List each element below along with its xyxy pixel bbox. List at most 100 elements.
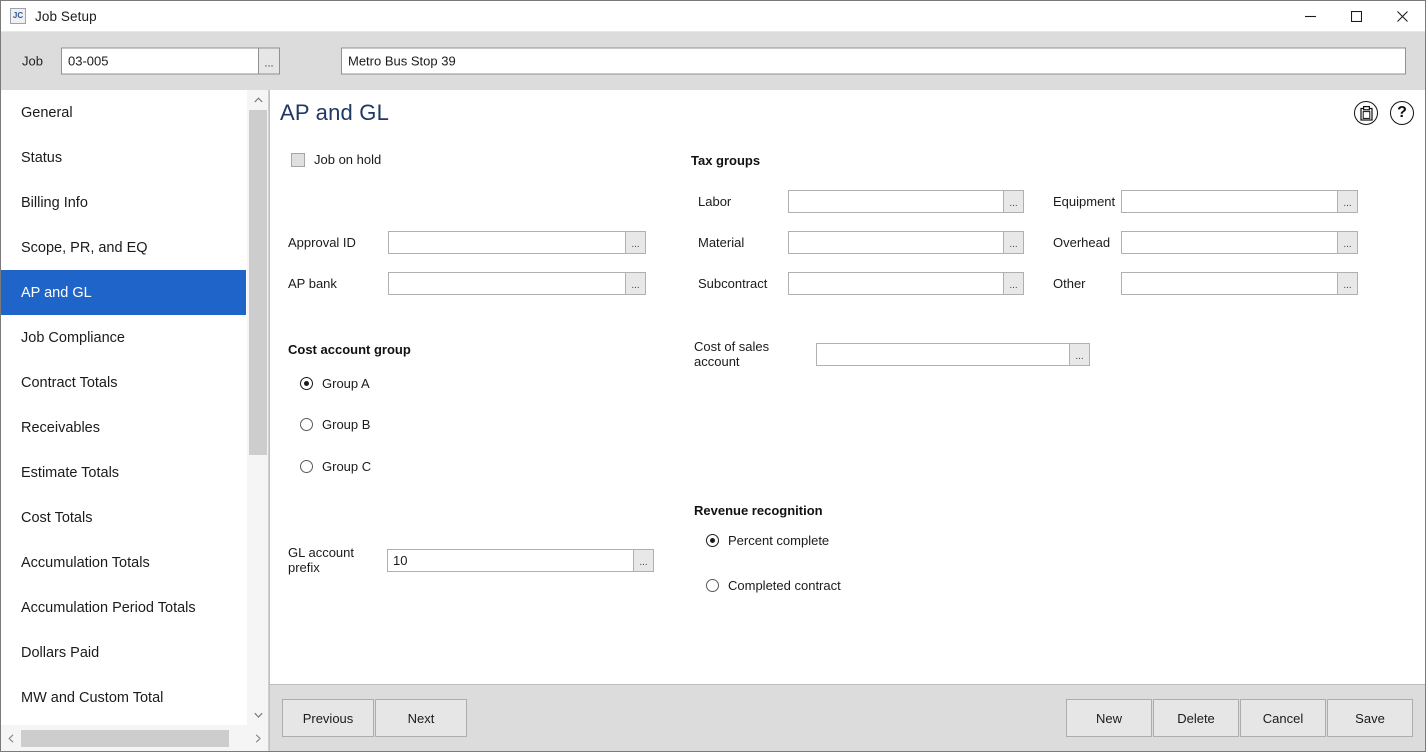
sidebar-vertical-scrollbar[interactable] — [246, 90, 268, 725]
radio-label: Group B — [322, 417, 371, 432]
tax-group-other-input[interactable] — [1121, 272, 1337, 295]
tax-group-overhead-label: Overhead — [1053, 235, 1111, 250]
new-button[interactable]: New — [1066, 699, 1152, 737]
tax-group-subcontract-label: Subcontract — [698, 276, 768, 291]
cost-of-sales-account-input[interactable] — [816, 342, 1069, 366]
job-on-hold-row[interactable]: Job on hold — [291, 152, 381, 167]
chevron-left-icon[interactable] — [1, 725, 21, 751]
tax-group-equipment-browse-button[interactable]: ... — [1337, 190, 1358, 213]
sidebar-item-contract-totals[interactable]: Contract Totals — [1, 360, 246, 405]
sidebar-hscroll-thumb[interactable] — [21, 729, 229, 747]
revenue-recognition-option-percent-complete[interactable]: Percent complete — [706, 533, 829, 548]
sidebar: General Status Billing Info Scope, PR, a… — [1, 90, 269, 751]
tax-group-equipment-row: Equipment ... — [1053, 190, 1358, 213]
cost-of-sales-account-field-group: ... — [816, 342, 1090, 366]
sidebar-item-general[interactable]: General — [1, 90, 246, 135]
chevron-right-icon[interactable] — [248, 725, 268, 751]
sidebar-item-label: Accumulation Totals — [21, 554, 150, 571]
cost-account-group-option-c[interactable]: Group C — [300, 459, 371, 474]
tax-group-labor-input[interactable] — [788, 190, 1003, 213]
job-number-browse-button[interactable]: ... — [258, 47, 280, 75]
gl-account-prefix-row: GL account prefix ... — [288, 545, 654, 575]
tax-group-subcontract-browse-button[interactable]: ... — [1003, 272, 1024, 295]
tax-group-overhead-field-group: ... — [1121, 231, 1358, 254]
sidebar-item-estimate-totals[interactable]: Estimate Totals — [1, 450, 246, 495]
job-setup-window: JC Job Setup Job ... General Status — [0, 0, 1426, 752]
tax-group-other-browse-button[interactable]: ... — [1337, 272, 1358, 295]
tax-group-material-row: Material ... — [698, 231, 1024, 254]
footer-right-buttons: New Delete Cancel Save — [1066, 699, 1413, 737]
tax-group-labor-browse-button[interactable]: ... — [1003, 190, 1024, 213]
tax-group-material-browse-button[interactable]: ... — [1003, 231, 1024, 254]
tax-group-subcontract-field-group: ... — [788, 272, 1024, 295]
chevron-down-icon[interactable] — [247, 705, 269, 725]
sidebar-item-job-compliance[interactable]: Job Compliance — [1, 315, 246, 360]
sidebar-horizontal-scrollbar[interactable] — [1, 725, 268, 751]
sidebar-scroll-thumb[interactable] — [249, 110, 267, 455]
sidebar-item-receivables[interactable]: Receivables — [1, 405, 246, 450]
tax-group-material-field-group: ... — [788, 231, 1024, 254]
sidebar-item-status[interactable]: Status — [1, 135, 246, 180]
cost-of-sales-account-browse-button[interactable]: ... — [1069, 342, 1090, 366]
radio-icon[interactable] — [706, 579, 719, 592]
ap-bank-input[interactable] — [388, 272, 625, 295]
radio-icon[interactable] — [300, 460, 313, 473]
radio-icon[interactable] — [300, 377, 313, 390]
job-number-input[interactable] — [61, 47, 258, 75]
job-on-hold-checkbox[interactable] — [291, 152, 305, 167]
ap-bank-row: AP bank ... — [288, 272, 646, 295]
radio-icon[interactable] — [706, 534, 719, 547]
cost-of-sales-account-label: Cost of sales account — [694, 339, 770, 369]
cost-account-group-option-a[interactable]: Group A — [300, 376, 370, 391]
sidebar-item-label: Dollars Paid — [21, 644, 100, 661]
tax-group-subcontract-input[interactable] — [788, 272, 1003, 295]
approval-id-browse-button[interactable]: ... — [625, 231, 646, 254]
next-button[interactable]: Next — [375, 699, 467, 737]
previous-button[interactable]: Previous — [282, 699, 374, 737]
job-name-field-group — [341, 47, 1406, 75]
sidebar-item-dollars-paid[interactable]: Dollars Paid — [1, 630, 246, 675]
sidebar-item-label: Accumulation Period Totals — [21, 599, 196, 616]
approval-id-input[interactable] — [388, 231, 625, 254]
minimize-button[interactable] — [1287, 1, 1333, 32]
title-bar: JC Job Setup — [1, 1, 1425, 32]
sidebar-item-billing-info[interactable]: Billing Info — [1, 180, 246, 225]
ap-bank-browse-button[interactable]: ... — [625, 272, 646, 295]
sidebar-item-label: Scope, PR, and EQ — [21, 239, 148, 256]
radio-icon[interactable] — [300, 418, 313, 431]
job-number-field-group: ... — [61, 47, 280, 75]
sidebar-item-accumulation-period-totals[interactable]: Accumulation Period Totals — [1, 585, 246, 630]
delete-button[interactable]: Delete — [1153, 699, 1239, 737]
form-fields: Job on hold Approval ID ... AP bank ... … — [270, 90, 1425, 684]
sidebar-item-label: AP and GL — [21, 284, 92, 301]
maximize-button[interactable] — [1333, 1, 1379, 32]
sidebar-item-mw-and-custom-total[interactable]: MW and Custom Total — [1, 675, 246, 720]
gl-account-prefix-label: GL account prefix — [288, 545, 355, 575]
chevron-up-icon[interactable] — [247, 90, 269, 110]
ap-bank-field-group: ... — [388, 272, 646, 295]
tax-groups-heading: Tax groups — [691, 153, 761, 168]
save-button[interactable]: Save — [1327, 699, 1413, 737]
gl-account-prefix-input[interactable] — [387, 548, 633, 572]
tax-group-overhead-input[interactable] — [1121, 231, 1337, 254]
cancel-button[interactable]: Cancel — [1240, 699, 1326, 737]
gl-account-prefix-browse-button[interactable]: ... — [633, 548, 654, 572]
sidebar-item-accumulation-totals[interactable]: Accumulation Totals — [1, 540, 246, 585]
sidebar-item-cost-totals[interactable]: Cost Totals — [1, 495, 246, 540]
window-body: General Status Billing Info Scope, PR, a… — [1, 90, 1425, 751]
tax-group-equipment-field-group: ... — [1121, 190, 1358, 213]
window-title: Job Setup — [35, 8, 97, 24]
cost-account-group-option-b[interactable]: Group B — [300, 417, 370, 432]
tax-group-material-label: Material — [698, 235, 745, 250]
tax-group-equipment-input[interactable] — [1121, 190, 1337, 213]
tax-group-overhead-row: Overhead ... — [1053, 231, 1358, 254]
revenue-recognition-option-completed-contract[interactable]: Completed contract — [706, 578, 841, 593]
tax-group-overhead-browse-button[interactable]: ... — [1337, 231, 1358, 254]
approval-id-field-group: ... — [388, 231, 646, 254]
job-name-input[interactable] — [341, 47, 1406, 75]
close-button[interactable] — [1379, 1, 1425, 32]
tax-group-material-input[interactable] — [788, 231, 1003, 254]
sidebar-item-ap-and-gl[interactable]: AP and GL — [1, 270, 246, 315]
app-icon-label: JC — [12, 11, 24, 20]
sidebar-item-scope-pr-and-eq[interactable]: Scope, PR, and EQ — [1, 225, 246, 270]
